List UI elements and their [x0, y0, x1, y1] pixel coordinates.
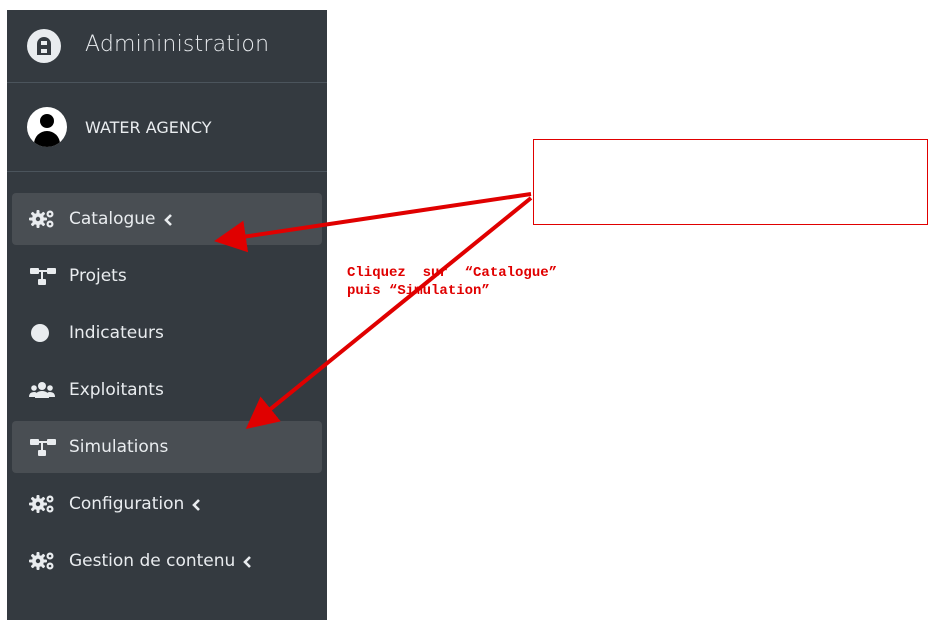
arrow-to-simulations: [245, 196, 533, 430]
annotation-arrows: [214, 192, 533, 430]
